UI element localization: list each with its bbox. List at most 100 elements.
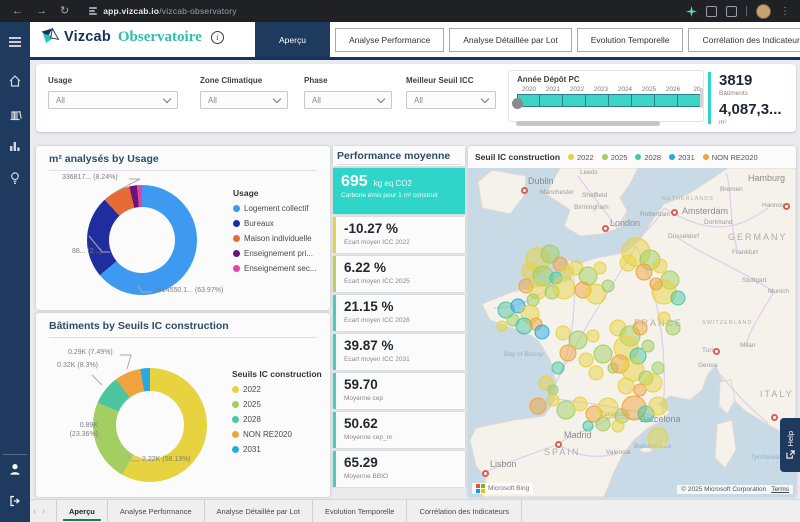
screen: ← → ↻ app.vizcab.io/vizcab-observatory ⋮ — [0, 0, 800, 522]
tab-aper-u[interactable]: Aperçu — [255, 22, 330, 57]
legend-dot — [232, 401, 239, 408]
tab-analyse-d-taill-e-par-lot[interactable]: Analyse Détaillée par Lot — [449, 28, 572, 52]
kpi-card: 6.22 %Ecart moyen ICC 2025 — [333, 256, 465, 292]
year-labels: 202020212022202320242025202620 — [517, 86, 703, 93]
map-pin-icon — [521, 187, 528, 194]
filter-value: All — [56, 96, 65, 105]
divider — [746, 6, 747, 16]
logo-group: Vizcab Observatoire i — [40, 27, 224, 47]
kpi-value: 39.87 % — [344, 338, 465, 353]
legend-dot — [232, 416, 239, 423]
chart-title: Bâtiments by Seuils IC construction — [49, 320, 317, 338]
tab-analyse-performance[interactable]: Analyse Performance — [335, 28, 444, 52]
home-icon[interactable] — [0, 74, 30, 88]
bottom-tab-analyse-d-taill-e-par-lot[interactable]: Analyse Détaillée par Lot — [205, 500, 313, 522]
kpi-title-underline — [337, 164, 461, 165]
map-legend-title: Seuil IC construction — [475, 152, 560, 162]
year-cell[interactable] — [632, 94, 655, 107]
year-bar[interactable] — [517, 94, 701, 109]
filter-select[interactable]: All — [406, 91, 496, 109]
legend-item: 2025 — [232, 400, 322, 409]
legend-item: Enseignement sec... — [233, 264, 316, 273]
activity-icon[interactable] — [0, 139, 30, 153]
forward-icon[interactable]: → — [36, 0, 47, 22]
ideas-icon[interactable] — [0, 171, 30, 185]
url-host: app.vizcab.io — [103, 6, 159, 16]
map-legend: Seuil IC construction 2022202520282031NO… — [468, 146, 796, 168]
user-icon[interactable] — [0, 462, 30, 476]
extensions-icon[interactable] — [726, 6, 737, 17]
year-cell[interactable] — [563, 94, 586, 107]
year-cell[interactable] — [586, 94, 609, 107]
kebab-menu-icon[interactable]: ⋮ — [780, 6, 790, 17]
horizontal-scrollbar[interactable] — [516, 121, 660, 126]
filter-value: All — [208, 96, 217, 105]
map-markers — [468, 168, 796, 497]
logout-icon[interactable] — [0, 494, 30, 508]
site-info-icon[interactable] — [89, 7, 97, 15]
help-tab[interactable]: Help — [780, 418, 800, 472]
microsoft-bing-logo: Microsoft Bing — [472, 483, 533, 494]
year-label: 2025 — [637, 86, 661, 93]
chart-seuils-card[interactable]: Bâtiments by Seuils IC construction Seui… — [36, 313, 330, 497]
url-path: /vizcab-observatory — [159, 6, 237, 16]
year-label: 2021 — [541, 86, 565, 93]
address-bar[interactable]: app.vizcab.io/vizcab-observatory — [89, 6, 236, 16]
chevron-down-icon — [377, 94, 385, 102]
kpi-card: 21.15 %Ecart moyen ICC 2028 — [333, 295, 465, 331]
chevron-down-icon — [163, 94, 171, 102]
vertical-scrollbar[interactable] — [700, 88, 703, 108]
filter-value: All — [312, 96, 321, 105]
url-text: app.vizcab.io/vizcab-observatory — [103, 6, 236, 16]
profile-avatar[interactable] — [756, 4, 771, 19]
menu-icon[interactable] — [0, 36, 30, 48]
buildings-label: Bâtiments — [719, 90, 797, 97]
filter-select[interactable]: All — [48, 91, 178, 109]
year-cell[interactable] — [655, 94, 678, 107]
year-label: 2022 — [565, 86, 589, 93]
legend-item: Logement collectif — [233, 204, 316, 213]
year-slider-handle[interactable] — [512, 98, 523, 109]
info-icon[interactable]: i — [211, 31, 224, 44]
map-area[interactable]: DublinManchesterLeedsSheffieldBirmingham… — [468, 168, 796, 497]
legend-item: Maison individuelle — [233, 234, 316, 243]
tab-evolution-temporelle[interactable]: Evolution Temporelle — [577, 28, 684, 52]
legend-dot — [233, 250, 240, 257]
library-icon[interactable] — [0, 107, 30, 121]
callout-label: 2614550.1... (63.97%) — [154, 287, 223, 294]
tab-next-icon[interactable]: › — [42, 506, 45, 516]
kpi-card: 50.62Moyenne cep_nr — [333, 412, 465, 448]
kpi-card: -10.27 %Ecart moyen ICC 2022 — [333, 217, 465, 253]
bottom-tab-aper-u[interactable]: Aperçu — [56, 500, 108, 522]
tab-corr-lation-des-indicateurs[interactable]: Corrélation des Indicateurs — [688, 28, 800, 52]
back-icon[interactable]: ← — [12, 0, 23, 22]
callout-label: 0.89K (23.36%) — [52, 421, 98, 439]
reload-icon[interactable]: ↻ — [60, 0, 69, 22]
filter-select[interactable]: All — [304, 91, 392, 109]
legend-dot — [232, 386, 239, 393]
year-cell[interactable] — [540, 94, 563, 107]
kpi-value: 6.22 % — [344, 260, 465, 275]
downloads-icon[interactable] — [706, 6, 717, 17]
bottom-tab-evolution-temporelle[interactable]: Evolution Temporelle — [313, 500, 408, 522]
year-cell[interactable] — [609, 94, 632, 107]
bottom-tab-corr-lation-des-indicateurs[interactable]: Corrélation des Indicateurs — [407, 500, 522, 522]
kpi-value: 59.70 — [344, 377, 465, 392]
bookmark-star-icon[interactable] — [686, 6, 697, 17]
filter-usage: UsageAll — [48, 76, 178, 109]
stats-panel: 3819 Bâtiments 4,087,3... m² — [708, 72, 797, 124]
year-cell[interactable] — [678, 94, 701, 107]
tab-prev-icon[interactable]: ‹ — [33, 506, 36, 516]
map-card[interactable]: Seuil IC construction 2022202520282031NO… — [468, 146, 796, 497]
filter-select[interactable]: All — [200, 91, 288, 109]
kpi-label: Moyenne cep — [344, 395, 465, 402]
bottom-tab-analyse-performance[interactable]: Analyse Performance — [108, 500, 205, 522]
chart-usage-card[interactable]: m² analysés by Usage UsageLogement colle… — [36, 146, 330, 310]
terms-link[interactable]: Terms — [771, 486, 789, 493]
legend-dot — [233, 205, 240, 212]
map-pin-icon — [671, 209, 678, 216]
header-tabs: AperçuAnalyse PerformanceAnalyse Détaill… — [255, 22, 800, 57]
brand-name: Vizcab — [64, 29, 111, 45]
bottom-tab-bar: ‹ › AperçuAnalyse PerformanceAnalyse Dét… — [30, 499, 800, 522]
kpi-label: Ecart moyen ICC 2031 — [344, 356, 465, 363]
